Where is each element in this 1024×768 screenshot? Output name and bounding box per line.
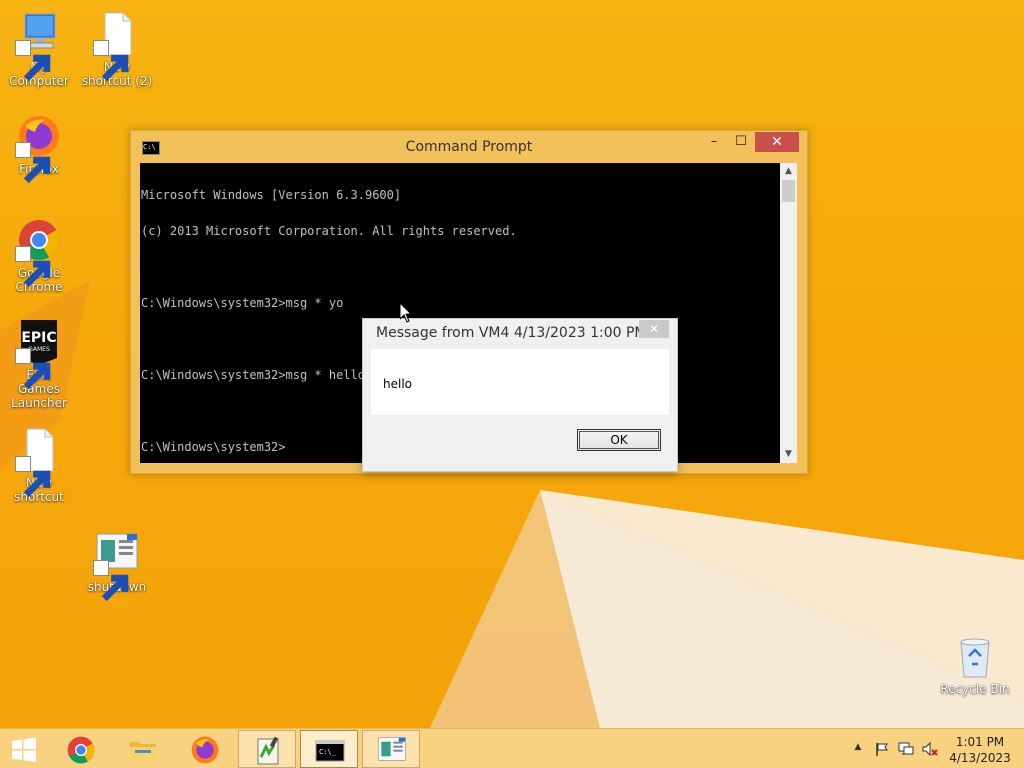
system-tray: ▲ <box>846 729 946 768</box>
taskbar-shutdown-button[interactable] <box>362 730 420 768</box>
shutdown-icon <box>378 737 406 761</box>
taskbar-chrome-button[interactable] <box>52 730 110 768</box>
scroll-down-button[interactable]: ▼ <box>780 446 797 463</box>
chrome-icon <box>67 736 95 764</box>
desktop-icon-epic-games-launcher[interactable]: EPIC GAMES Epic Games Launcher <box>0 318 78 410</box>
desktop-icon-google-chrome[interactable]: Google Chrome <box>0 216 78 294</box>
dialog-button-bar: OK <box>371 415 669 463</box>
shutdown-icon <box>93 530 141 602</box>
computer-icon <box>15 10 63 82</box>
network-icon[interactable] <box>898 741 914 757</box>
dialog-close-button[interactable]: ✕ <box>639 320 669 338</box>
firefox-icon <box>191 736 219 764</box>
shortcut-arrow-icon <box>15 142 51 184</box>
taskbar-command-prompt-button[interactable]: C:\_ <box>300 730 358 768</box>
desktop-icon-new-shortcut-2[interactable]: New shortcut (2) <box>78 10 156 88</box>
volume-muted-icon[interactable] <box>922 741 938 757</box>
epic-logo-text: EPIC <box>21 330 56 346</box>
dialog-title: Message from VM4 4/13/2023 1:00 PM <box>376 325 647 341</box>
shortcut-arrow-icon <box>15 348 51 390</box>
firefox-icon <box>15 112 63 184</box>
shortcut-arrow-icon <box>15 246 51 288</box>
action-center-flag-icon[interactable] <box>874 741 890 757</box>
epic-games-icon: EPIC GAMES <box>15 318 63 390</box>
desktop-icon-recycle-bin[interactable]: Recycle Bin <box>936 632 1014 696</box>
taskbar-clock[interactable]: 1:01 PM 4/13/2023 <box>940 734 1020 766</box>
desktop-icon-label: Recycle Bin <box>940 682 1010 696</box>
window-titlebar[interactable]: C:\ Command Prompt – ☐ ✕ <box>131 131 807 163</box>
dialog-message-area: hello <box>371 349 669 415</box>
start-button[interactable] <box>0 730 48 768</box>
console-line: Microsoft Windows [Version 6.3.9600] <box>141 188 402 202</box>
ok-button[interactable]: OK <box>577 429 661 451</box>
close-button[interactable]: ✕ <box>755 132 799 152</box>
desktop-icon-my-computer[interactable]: My Computer <box>0 10 78 88</box>
clock-date: 4/13/2023 <box>949 751 1011 765</box>
blank-file-icon <box>93 10 141 82</box>
taskbar-notepad-plus-plus-button[interactable] <box>238 730 296 768</box>
vertical-scrollbar[interactable]: ▲ ▼ <box>780 163 797 463</box>
cmd-icon-text: C:\_ <box>319 748 337 756</box>
desktop: My Computer New shortcut (2) Firefox Goo… <box>0 0 1024 768</box>
windows-start-icon <box>12 737 36 762</box>
minimize-button[interactable]: – <box>701 132 727 152</box>
blank-file-icon <box>15 426 63 498</box>
chrome-icon <box>15 216 63 288</box>
shortcut-arrow-icon <box>15 40 51 82</box>
shortcut-arrow-icon <box>93 40 129 82</box>
dialog-message-text: hello <box>383 377 412 391</box>
message-dialog[interactable]: Message from VM4 4/13/2023 1:00 PM ✕ hel… <box>362 318 678 472</box>
shortcut-arrow-icon <box>93 560 129 602</box>
mouse-cursor-icon <box>400 303 412 323</box>
shortcut-arrow-icon <box>15 456 51 498</box>
file-explorer-icon <box>130 742 156 761</box>
clock-time: 1:01 PM <box>955 735 1005 749</box>
taskbar-firefox-button[interactable] <box>176 730 234 768</box>
show-hidden-icons-chevron-icon[interactable]: ▲ <box>850 742 866 758</box>
console-line: C:\Windows\system32>msg * yo <box>141 296 344 310</box>
scroll-up-button[interactable]: ▲ <box>780 163 797 180</box>
taskbar: C:\_ ▲ 1:01 PM 4/13/2023 <box>0 728 1024 768</box>
command-prompt-icon: C:\_ <box>315 740 345 762</box>
maximize-button[interactable]: ☐ <box>727 132 755 152</box>
taskbar-file-explorer-button[interactable] <box>114 730 172 768</box>
notepad-plus-plus-icon <box>257 736 279 765</box>
desktop-icon-new-shortcut[interactable]: New shortcut <box>0 426 78 504</box>
desktop-icon-shutdown[interactable]: shutdown <box>78 530 156 602</box>
console-line: (c) 2013 Microsoft Corporation. All righ… <box>141 224 517 238</box>
desktop-icon-firefox[interactable]: Firefox <box>0 112 78 184</box>
scroll-thumb[interactable] <box>782 180 795 202</box>
recycle-bin-icon <box>951 632 999 680</box>
